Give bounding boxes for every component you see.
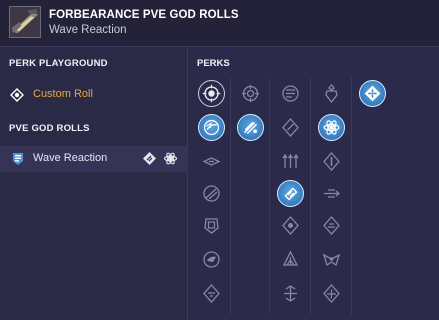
atom-icon[interactable] bbox=[163, 151, 178, 166]
custom-roll-button[interactable]: Custom Roll bbox=[0, 84, 188, 106]
burst-perk-icon[interactable] bbox=[318, 280, 345, 307]
comet-perk-icon[interactable] bbox=[237, 114, 264, 141]
left-panel: PERK PLAYGROUND Custom Roll PVE GOD ROLL… bbox=[0, 48, 188, 320]
shield-perk-icon[interactable] bbox=[277, 212, 304, 239]
barrel-perk-icon[interactable] bbox=[198, 246, 225, 273]
arrow-stack-perk-icon[interactable] bbox=[277, 280, 304, 307]
column-divider bbox=[351, 78, 352, 314]
column-divider bbox=[269, 78, 270, 314]
custom-roll-label: Custom Roll bbox=[33, 88, 93, 100]
origin-perk-icon[interactable] bbox=[359, 80, 386, 107]
bolt-perk-icon[interactable] bbox=[318, 180, 345, 207]
grip-perk-icon[interactable] bbox=[198, 180, 225, 207]
diamond-perk-icon[interactable] bbox=[277, 114, 304, 141]
perk-playground-label: PERK PLAYGROUND bbox=[9, 58, 108, 69]
armor-perk-icon[interactable] bbox=[198, 280, 225, 307]
hex-perk-icon[interactable] bbox=[318, 148, 345, 175]
pve-god-rolls-label: PVE GOD ROLLS bbox=[9, 123, 90, 134]
column-divider bbox=[230, 78, 231, 314]
custom-roll-icon bbox=[10, 88, 24, 102]
header-bar: FORBEARANCE PVE GOD ROLLS Wave Reaction bbox=[0, 0, 439, 47]
atom-perk-icon[interactable] bbox=[318, 114, 345, 141]
diamond-perk-icon[interactable] bbox=[142, 151, 157, 166]
triangle-perk-icon[interactable] bbox=[277, 246, 304, 273]
page-subtitle: Wave Reaction bbox=[49, 24, 127, 36]
radial-perk-icon[interactable] bbox=[198, 212, 225, 239]
roll-item-label: Wave Reaction bbox=[33, 152, 108, 164]
roll-item-wave-reaction[interactable]: Wave Reaction bbox=[0, 146, 188, 172]
swirl-perk-icon[interactable] bbox=[198, 148, 225, 175]
page-title: FORBEARANCE PVE GOD ROLLS bbox=[49, 9, 239, 21]
ammo-perk-icon[interactable] bbox=[277, 180, 304, 207]
column-divider bbox=[310, 78, 311, 314]
grenade-perk-icon[interactable] bbox=[318, 80, 345, 107]
weapon-thumbnail-icon bbox=[9, 6, 41, 38]
gauge-perk-icon[interactable] bbox=[318, 212, 345, 239]
perks-label: PERKS bbox=[197, 58, 230, 69]
frame-perk-icon[interactable] bbox=[198, 114, 225, 141]
shield-icon bbox=[12, 152, 24, 166]
magazine-perk-icon[interactable] bbox=[277, 80, 304, 107]
crosshair-globe-perk-icon[interactable] bbox=[198, 80, 225, 107]
crosshair-perk-icon[interactable] bbox=[237, 80, 264, 107]
triple-arrow-perk-icon[interactable] bbox=[277, 148, 304, 175]
alien-perk-icon[interactable] bbox=[318, 246, 345, 273]
